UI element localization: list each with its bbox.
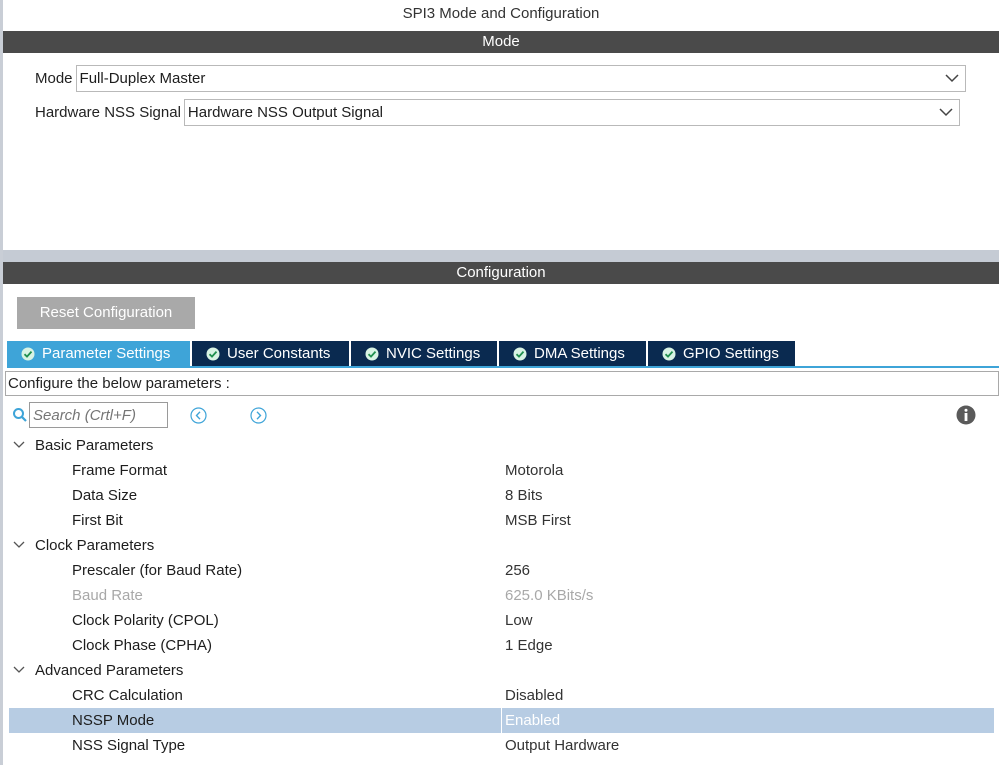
tab-underline <box>7 366 999 368</box>
check-circle-icon <box>21 347 35 360</box>
param-row-frame-format[interactable]: Frame Format Motorola <box>9 458 994 483</box>
search-icon[interactable] <box>12 407 28 423</box>
tab-gpio-settings[interactable]: GPIO Settings <box>648 341 797 366</box>
group-clock-parameters[interactable]: Clock Parameters <box>9 533 994 558</box>
mode-section-header: Mode <box>3 31 999 53</box>
param-row-baud-rate: Baud Rate 625.0 KBits/s <box>9 583 994 608</box>
param-row-nss-signal-type[interactable]: NSS Signal Type Output Hardware <box>9 733 994 758</box>
tab-label: DMA Settings <box>534 345 625 362</box>
param-name: Clock Phase (CPHA) <box>72 637 213 654</box>
param-value: Motorola <box>505 462 564 479</box>
param-row-data-size[interactable]: Data Size 8 Bits <box>9 483 994 508</box>
tab-user-constants[interactable]: User Constants <box>192 341 351 366</box>
param-value: 8 Bits <box>505 487 543 504</box>
chevron-down-icon[interactable] <box>13 541 25 549</box>
nss-field-row: Hardware NSS Signal Hardware NSS Output … <box>35 99 960 126</box>
param-row-crc-calculation[interactable]: CRC Calculation Disabled <box>9 683 994 708</box>
nss-signal-select-value: Hardware NSS Output Signal <box>187 104 384 121</box>
info-icon[interactable] <box>956 405 976 425</box>
tab-label: Parameter Settings <box>42 345 171 362</box>
search-input[interactable] <box>29 402 168 428</box>
param-value: Disabled <box>505 687 564 704</box>
chevron-down-icon[interactable] <box>13 441 25 449</box>
mode-select[interactable]: Full-Duplex Master <box>75 65 966 92</box>
param-name: CRC Calculation <box>72 687 183 704</box>
tab-dma-settings[interactable]: DMA Settings <box>499 341 648 366</box>
param-row-first-bit[interactable]: First Bit MSB First <box>9 508 994 533</box>
chevron-right-circle-icon[interactable] <box>250 407 267 424</box>
chevron-down-icon <box>939 108 953 117</box>
group-label: Clock Parameters <box>35 537 155 554</box>
reset-configuration-button[interactable]: Reset Configuration <box>17 297 195 329</box>
param-value: 1 Edge <box>505 637 553 654</box>
param-name: NSSP Mode <box>72 712 155 729</box>
window-title: SPI3 Mode and Configuration <box>402 5 600 22</box>
param-name: Data Size <box>72 487 138 504</box>
check-circle-icon <box>206 347 220 360</box>
left-edge-rule <box>0 0 3 765</box>
param-row-clock-phase[interactable]: Clock Phase (CPHA) 1 Edge <box>9 633 994 658</box>
group-advanced-parameters[interactable]: Advanced Parameters <box>9 658 994 683</box>
tab-nvic-settings[interactable]: NVIC Settings <box>351 341 499 366</box>
parameter-tree: Basic Parameters Frame Format Motorola D… <box>9 433 994 758</box>
section-divider[interactable] <box>3 250 999 262</box>
configuration-section-header: Configuration <box>3 262 999 284</box>
tab-label: GPIO Settings <box>683 345 779 362</box>
check-circle-icon <box>662 347 676 360</box>
param-name: Clock Polarity (CPOL) <box>72 612 219 629</box>
tab-parameter-settings[interactable]: Parameter Settings <box>7 341 192 366</box>
chevron-down-icon <box>945 74 959 83</box>
param-value: 625.0 KBits/s <box>505 587 594 604</box>
check-circle-icon <box>513 347 527 360</box>
param-value: MSB First <box>505 512 571 529</box>
tab-label: User Constants <box>227 345 331 362</box>
config-tabs: Parameter Settings User Constants NVIC S… <box>7 341 797 366</box>
param-name: NSS Signal Type <box>72 737 186 754</box>
param-name: Frame Format <box>72 462 168 479</box>
param-name: Prescaler (for Baud Rate) <box>72 562 243 579</box>
param-value: Output Hardware <box>505 737 620 754</box>
chevron-down-icon[interactable] <box>13 666 25 674</box>
mode-select-value: Full-Duplex Master <box>79 70 206 87</box>
check-circle-icon <box>365 347 379 360</box>
nss-signal-select[interactable]: Hardware NSS Output Signal <box>183 99 960 126</box>
param-name: Baud Rate <box>72 587 143 604</box>
param-name: First Bit <box>72 512 123 529</box>
param-row-clock-polarity[interactable]: Clock Polarity (CPOL) Low <box>9 608 994 633</box>
nss-signal-label: Hardware NSS Signal <box>35 104 181 121</box>
group-basic-parameters[interactable]: Basic Parameters <box>9 433 994 458</box>
group-label: Advanced Parameters <box>35 662 184 679</box>
mode-field-row: Mode Full-Duplex Master <box>35 65 966 92</box>
param-value: 256 <box>505 562 531 579</box>
param-value: Low <box>505 612 533 629</box>
param-value[interactable]: Enabled <box>505 712 560 729</box>
param-row-prescaler[interactable]: Prescaler (for Baud Rate) 256 <box>9 558 994 583</box>
configure-hint: Configure the below parameters : <box>5 371 999 396</box>
chevron-left-circle-icon[interactable] <box>190 407 207 424</box>
group-label: Basic Parameters <box>35 437 154 454</box>
mode-label: Mode <box>35 70 73 87</box>
param-row-nssp-mode[interactable]: NSSP Mode Enabled <box>9 708 994 733</box>
tab-label: NVIC Settings <box>386 345 481 362</box>
